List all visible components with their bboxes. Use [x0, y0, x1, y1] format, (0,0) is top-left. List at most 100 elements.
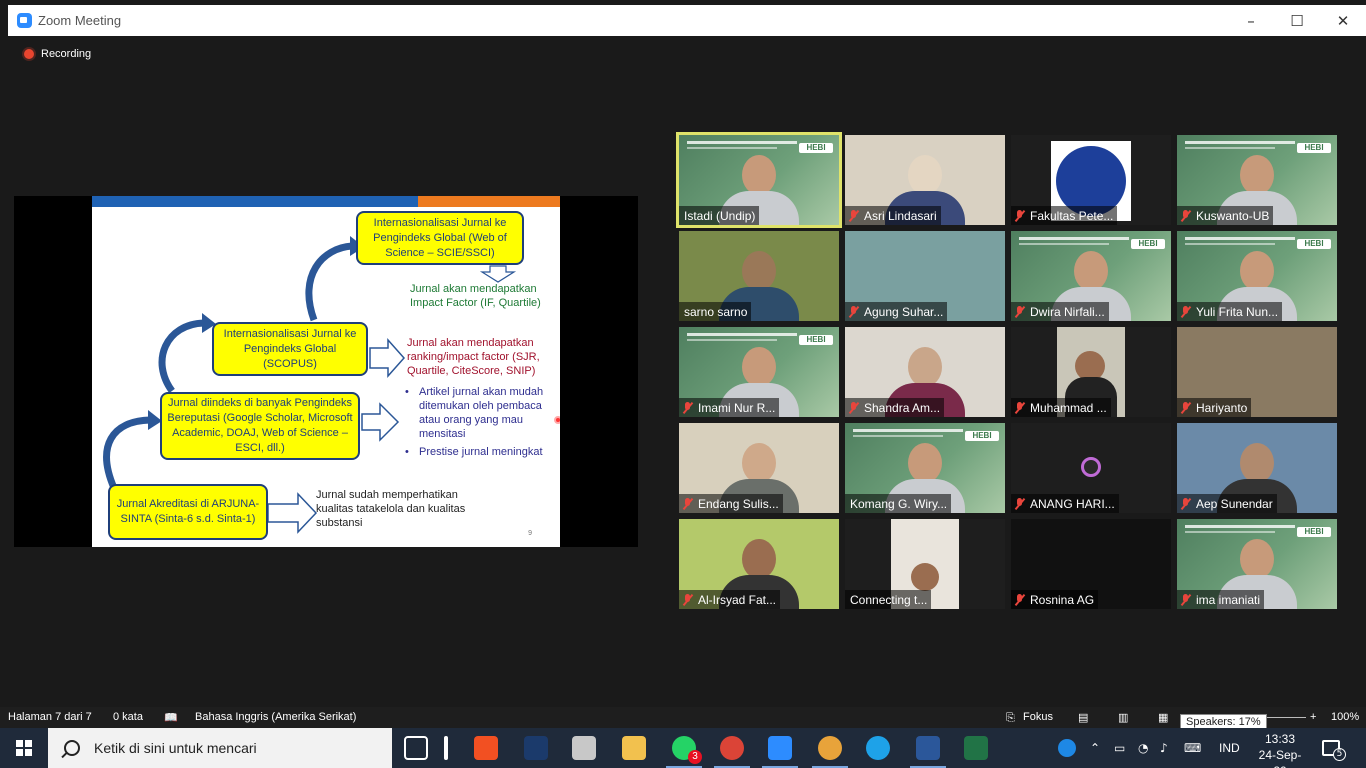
- participant-tile[interactable]: HEBI Imami Nur R...: [679, 327, 839, 417]
- file-explorer-icon[interactable]: [622, 736, 646, 760]
- focus-icon[interactable]: ⎘: [1006, 711, 1015, 725]
- participant-tile[interactable]: Muhammad ...: [1011, 327, 1171, 417]
- participant-nameplate: Agung Suhar...: [845, 302, 948, 321]
- muted-mic-icon: [1180, 305, 1192, 318]
- app-icon[interactable]: [524, 736, 548, 760]
- muted-mic-icon: [1180, 497, 1192, 510]
- participant-tile[interactable]: HEBI Istadi (Undip): [676, 132, 842, 228]
- battery-icon[interactable]: ▭: [1114, 728, 1125, 768]
- input-language[interactable]: IND: [1219, 728, 1240, 768]
- participant-name: Yuli Frita Nun...: [1196, 304, 1279, 319]
- participant-name: sarno sarno: [684, 304, 748, 319]
- participant-name: ima imaniati: [1196, 592, 1261, 607]
- keyboard-icon[interactable]: ⌨: [1184, 728, 1201, 768]
- participant-tile[interactable]: HEBI Kuswanto-UB: [1177, 135, 1337, 225]
- clock-time: 13:33: [1264, 732, 1296, 746]
- participant-nameplate: Shandra Am...: [845, 398, 945, 417]
- taskbar-clock[interactable]: 13:33 24-Sep-20: [1252, 731, 1308, 768]
- minimize-button[interactable]: –: [1228, 5, 1274, 36]
- language-status[interactable]: Bahasa Inggris (Amerika Serikat): [195, 711, 356, 723]
- taskbar-search[interactable]: Ketik di sini untuk mencari: [48, 728, 392, 768]
- participant-tile[interactable]: Asri Lindasari: [845, 135, 1005, 225]
- recording-indicator[interactable]: Recording: [24, 48, 91, 60]
- participant-tile[interactable]: Al-Irsyad Fat...: [679, 519, 839, 609]
- bullet-item: Prestise jurnal meningkat: [405, 445, 545, 459]
- notifications-icon[interactable]: 5: [1322, 728, 1346, 768]
- word-icon[interactable]: [910, 736, 946, 768]
- clock-date: 24-Sep-20: [1258, 748, 1302, 768]
- excel-icon[interactable]: [964, 736, 988, 760]
- participant-tile[interactable]: HEBI Dwira Nirfali...: [1011, 231, 1171, 321]
- page-count[interactable]: Halaman 7 dari 7: [8, 711, 92, 723]
- close-button[interactable]: ✕: [1320, 5, 1366, 36]
- volume-icon[interactable]: ♪: [1160, 728, 1168, 768]
- proofing-icon[interactable]: 📖: [164, 711, 178, 724]
- participant-name: Asri Lindasari: [864, 208, 937, 223]
- hebi-logo-icon: HEBI: [1131, 239, 1165, 249]
- participant-nameplate: sarno sarno: [679, 302, 752, 321]
- focus-label[interactable]: Fokus: [1023, 711, 1053, 723]
- participant-tile[interactable]: HEBI ima imaniati: [1177, 519, 1337, 609]
- participant-tile[interactable]: sarno sarno: [679, 231, 839, 321]
- participant-tile[interactable]: Agung Suhar...: [845, 231, 1005, 321]
- hebi-logo-icon: HEBI: [799, 335, 833, 345]
- muted-mic-icon: [682, 497, 694, 510]
- web-layout-icon[interactable]: ▦: [1158, 711, 1168, 724]
- participant-name: Dwira Nirfali...: [1030, 304, 1105, 319]
- chrome-icon[interactable]: [714, 736, 750, 768]
- start-button[interactable]: [0, 728, 48, 768]
- muted-mic-icon: [848, 209, 860, 222]
- participant-tile[interactable]: Aep Sunendar: [1177, 423, 1337, 513]
- participant-tile[interactable]: HEBI Yuli Frita Nun...: [1177, 231, 1337, 321]
- participant-tile[interactable]: Fakultas Pete...: [1011, 135, 1171, 225]
- recording-dot-icon: [24, 49, 34, 59]
- ranking-line1: Jurnal akan mendapatkan: [407, 337, 534, 349]
- impact-factor-line2: Impact Factor (IF, Quartile): [410, 297, 541, 309]
- participant-tile[interactable]: Rosnina AG: [1011, 519, 1171, 609]
- participant-tile[interactable]: Connecting t...: [845, 519, 1005, 609]
- window-controls: – ☐ ✕: [1228, 5, 1366, 36]
- chrome-profile-icon[interactable]: [812, 736, 848, 768]
- bullet-item: Artikel jurnal akan mudah ditemukan oleh…: [405, 385, 545, 441]
- zoom-level[interactable]: 100%: [1331, 711, 1359, 723]
- edge-icon[interactable]: [866, 736, 890, 760]
- whatsapp-badge: 3: [688, 750, 702, 764]
- participant-tile[interactable]: HEBI Komang G. Wiry...: [845, 423, 1005, 513]
- slide-page-number: 9: [528, 530, 532, 537]
- benefit-bullets: Artikel jurnal akan mudah ditemukan oleh…: [405, 385, 545, 463]
- read-mode-icon[interactable]: ▤: [1078, 711, 1088, 724]
- laser-pointer: [554, 416, 560, 424]
- participant-tile[interactable]: Endang Sulis...: [679, 423, 839, 513]
- ranking-line3: Quartile, CiteScore, SNIP): [407, 365, 536, 377]
- participant-name: Muhammad ...: [1030, 400, 1107, 415]
- participant-tile[interactable]: Shandra Am...: [845, 327, 1005, 417]
- muted-mic-icon: [848, 305, 860, 318]
- zoom-taskbar-icon[interactable]: [762, 736, 798, 768]
- wifi-icon[interactable]: ◔: [1138, 728, 1148, 768]
- calculator-icon[interactable]: [572, 736, 596, 760]
- box-sinta: Jurnal Akreditasi di ARJUNA-SINTA (Sinta…: [108, 484, 268, 540]
- box-global-ssci: Internasionalisasi Jurnal ke Pengindeks …: [356, 211, 524, 265]
- participant-name: Rosnina AG: [1030, 592, 1095, 607]
- participant-nameplate: Connecting t...: [845, 590, 932, 609]
- participant-tile[interactable]: Hariyanto: [1177, 327, 1337, 417]
- participant-name: Fakultas Pete...: [1030, 208, 1114, 223]
- title-bar: Zoom Meeting – ☐ ✕: [8, 5, 1366, 36]
- word-count[interactable]: 0 kata: [113, 711, 143, 723]
- help-icon[interactable]: [1058, 728, 1076, 768]
- store-icon[interactable]: [474, 736, 498, 760]
- hebi-logo-icon: HEBI: [799, 143, 833, 153]
- whatsapp-icon[interactable]: 3: [666, 736, 702, 768]
- tray-chevron-icon[interactable]: ⌃: [1090, 728, 1100, 768]
- participant-nameplate: Komang G. Wiry...: [845, 494, 952, 513]
- participant-tile[interactable]: ANANG HARI...: [1011, 423, 1171, 513]
- participant-name: Imami Nur R...: [698, 400, 776, 415]
- hebi-logo-icon: HEBI: [1297, 143, 1331, 153]
- zoom-in-button[interactable]: +: [1310, 711, 1316, 723]
- box-scopus: Internasionalisasi Jurnal ke Pengindeks …: [212, 322, 368, 376]
- maximize-button[interactable]: ☐: [1274, 5, 1320, 36]
- task-view-icon[interactable]: [404, 736, 428, 760]
- print-layout-icon[interactable]: ▥: [1118, 711, 1128, 724]
- participant-name: Al-Irsyad Fat...: [698, 592, 777, 607]
- impact-factor-text: Jurnal akan mendapatkan Impact Factor (I…: [410, 282, 560, 310]
